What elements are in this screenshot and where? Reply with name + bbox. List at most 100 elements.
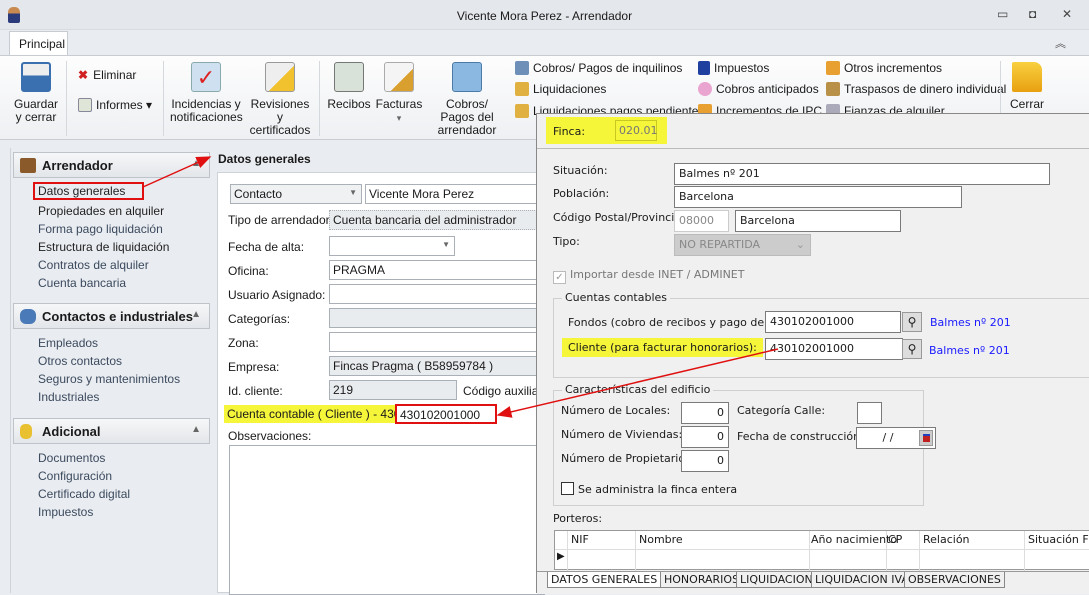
tab-liquidacion[interactable]: LIQUIDACION [736,572,817,588]
porteros-grid[interactable]: NIF Nombre Año nacimiento CP Relación Si… [554,530,1089,571]
finca-entera-label: Se administra la finca entera [578,483,738,496]
cuenta-contable-field[interactable]: 430102001000 [395,404,497,424]
calendar-icon[interactable] [919,430,933,446]
cp-field[interactable]: 08000 [674,210,729,232]
sidebar-item-documentos[interactable]: Documentos [38,451,105,465]
tipo-field[interactable]: Cuenta bancaria del administrador [329,210,545,230]
column-header-situacion[interactable]: Situación F [1028,533,1089,546]
informes-button[interactable]: Informes ▾ [78,98,152,112]
zona-field[interactable] [329,332,545,352]
poblacion-field[interactable]: Barcelona [674,186,962,208]
situacion-field[interactable]: Balmes nº 201 [674,163,1050,185]
recibos-button[interactable]: Recibos [326,62,372,111]
chevron-up-icon[interactable]: ▲ [191,309,201,320]
cobros-inquilinos-button[interactable]: Cobros/ Pagos de inquilinos [515,61,682,75]
propietarios-field[interactable]: 0 [681,450,729,472]
sidebar-item-seguros[interactable]: Seguros y mantenimientos [38,372,180,386]
cobros-arrendador-button[interactable]: Cobros/ Pagos del arrendador [428,62,506,137]
provincia-field[interactable]: Barcelona [735,210,901,232]
group-adicional[interactable]: Adicional ▲ [13,418,210,444]
facturas-button[interactable]: Facturas ▾ [375,62,423,125]
empresa-field[interactable]: Fincas Pragma ( B58959784 ) [329,356,545,376]
restore-button[interactable]: ◘ [1029,7,1036,21]
cliente-field[interactable]: 430102001000 [765,338,903,360]
sidebar-item-datos-generales[interactable]: Datos generales [33,182,144,200]
tab-principal[interactable]: Principal [9,31,68,56]
fecha-construccion-field[interactable]: / / [856,427,936,449]
column-header-ano-nacimiento[interactable]: Año nacimiento [811,533,897,546]
fondos-link[interactable]: Balmes nº 201 [930,316,1011,329]
empresa-label: Empresa: [228,360,280,374]
locales-label: Número de Locales: [561,404,671,417]
group-arrendador[interactable]: Arrendador ▲ [13,152,210,178]
sidebar-item-cuenta-bancaria[interactable]: Cuenta bancaria [38,276,126,290]
otros-incrementos-button[interactable]: Otros incrementos [826,61,942,75]
sidebar-item-estructura[interactable]: Estructura de liquidación [38,240,169,254]
datos-generales-panel: Datos generales Contacto ▼ Vicente Mora P… [215,147,546,595]
sidebar-item-otros-contactos[interactable]: Otros contactos [38,354,122,368]
cerrar-button[interactable]: Cerrar [1008,62,1046,111]
codigo-auxiliar-label: Código auxiliar: [463,384,546,398]
sidebar-item-forma-pago[interactable]: Forma pago liquidación [38,222,163,236]
viviendas-field[interactable]: 0 [681,426,729,448]
minimize-button[interactable]: ▭ [997,7,1008,21]
revisiones-button[interactable]: Revisiones y certificados [246,62,314,137]
fecha-alta-field[interactable]: ▼ [329,236,455,256]
facturas-label: Facturas [375,97,423,111]
cobros-arrendador-label: Cobros/ Pagos del arrendador [437,97,497,137]
oficina-field[interactable]: PRAGMA [329,260,545,280]
finca-field[interactable]: 020.01 [615,120,658,141]
importar-checkbox[interactable]: ✓ Importar desde INET / ADMINET [553,268,744,284]
chevron-up-icon[interactable]: ▲ [191,424,201,435]
cobros-anticipados-button[interactable]: Cobros anticipados [698,82,819,96]
impuestos-button[interactable]: Impuestos [698,61,769,75]
tab-observaciones[interactable]: OBSERVACIONES [904,572,1005,588]
column-header-relacion[interactable]: Relación [923,533,970,546]
observaciones-textarea[interactable] [229,445,545,595]
categorias-field[interactable] [329,308,545,328]
categoria-calle-field[interactable] [857,402,882,424]
cliente-search-icon[interactable]: ⚲ [902,339,922,359]
tab-datos-generales[interactable]: DATOS GENERALES [547,572,662,588]
sidebar-item-contratos[interactable]: Contratos de alquiler [38,258,149,272]
sidebar-item-industriales[interactable]: Industriales [38,390,99,404]
liquidaciones-label: Liquidaciones [533,82,607,96]
edificio-legend: Características del edificio [562,383,714,396]
traspasos-button[interactable]: Traspasos de dinero individual [826,82,1006,96]
datos-form: Contacto ▼ Vicente Mora Perez Tipo de arr… [217,172,546,595]
tipo-select[interactable]: NO REPARTIDA ⌄ [674,234,811,256]
tab-honorarios[interactable]: HONORARIOS [660,572,744,588]
sidebar-item-empleados[interactable]: Empleados [38,336,98,350]
contacto-select[interactable]: Contacto ▼ [230,184,362,204]
finca-entera-checkbox[interactable]: Se administra la finca entera [561,482,737,496]
id-cliente-field[interactable]: 219 [329,380,457,400]
fondos-search-icon[interactable]: ⚲ [902,312,922,332]
sidebar-item-impuestos[interactable]: Impuestos [38,505,93,519]
liquidation-icon [515,82,529,96]
oficina-label: Oficina: [228,264,269,278]
fondos-field[interactable]: 430102001000 [765,311,901,333]
incidencias-button[interactable]: ✓ Incidencias y notificaciones [170,62,243,124]
viviendas-label: Número de Viviendas: [561,428,683,441]
id-cliente-label: Id. cliente: [228,384,283,398]
locales-field[interactable]: 0 [681,402,729,424]
column-header-nif[interactable]: NIF [571,533,589,546]
contacto-name-field[interactable]: Vicente Mora Perez [365,184,545,204]
sidebar-item-certificado[interactable]: Certificado digital [38,487,130,501]
guardar-cerrar-button[interactable]: Guardar y cerrar [12,62,60,124]
cliente-label: Cliente (para facturar honorarios): [562,338,763,357]
usuario-field[interactable] [329,284,545,304]
sidebar-item-propiedades[interactable]: Propiedades en alquiler [38,204,164,218]
tab-liquidacion-iva[interactable]: LIQUIDACION IVA [811,572,913,588]
eliminar-button[interactable]: ✖ Eliminar [78,68,136,82]
group-contactos[interactable]: Contactos e industriales ▲ [13,303,210,329]
cliente-link[interactable]: Balmes nº 201 [929,344,1010,357]
close-button[interactable]: ✕ [1062,7,1072,21]
increment-icon [826,61,840,75]
chevron-up-icon[interactable]: ▲ [191,158,201,169]
column-header-nombre[interactable]: Nombre [639,533,683,546]
collapse-ribbon-button[interactable]: ︽ [1055,35,1066,51]
liquidaciones-button[interactable]: Liquidaciones [515,82,606,96]
sidebar-item-configuracion[interactable]: Configuración [38,469,112,483]
column-header-cp[interactable]: CP [888,533,902,546]
